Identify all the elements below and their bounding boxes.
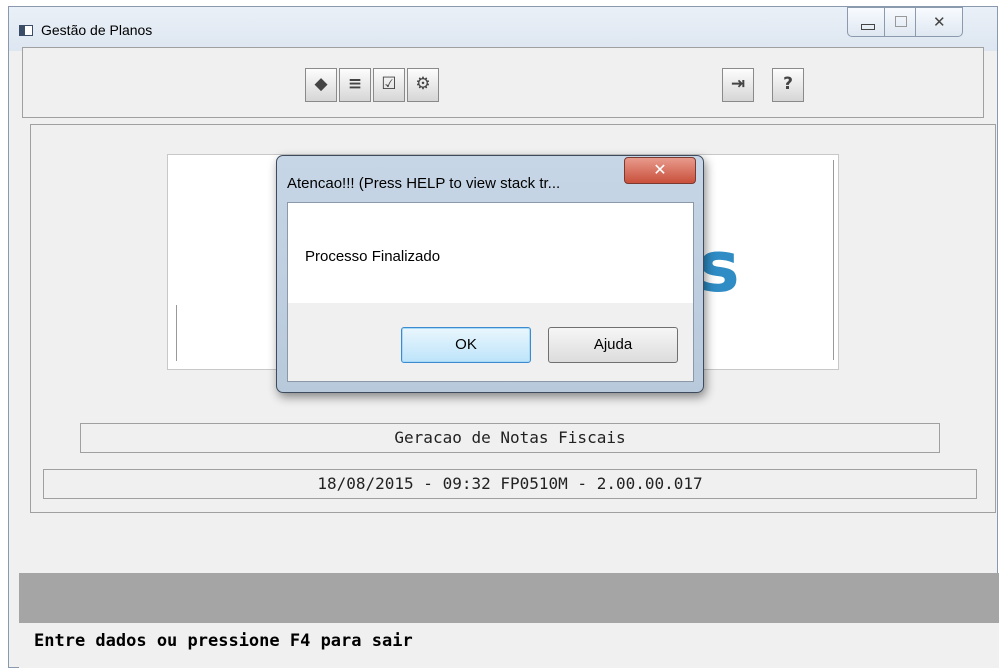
program-title: Geracao de Notas Fiscais — [80, 423, 940, 453]
ok-button[interactable]: OK — [401, 327, 531, 363]
alert-dialog: Atencao!!! (Press HELP to view stack tr.… — [276, 155, 704, 393]
toolbar: ◆ ≡ ☑ ⚙ ⇥ ? — [22, 47, 984, 118]
close-icon: ✕ — [933, 13, 946, 31]
divider-bar — [19, 573, 999, 623]
grid-settings-icon: ⚙ — [415, 74, 431, 94]
help-dialog-button[interactable]: Ajuda — [548, 327, 678, 363]
dialog-title: Atencao!!! (Press HELP to view stack tr.… — [287, 175, 561, 192]
maximize-button[interactable] — [884, 7, 916, 37]
close-icon: ✕ — [653, 160, 667, 179]
list-icon: ≡ — [347, 74, 363, 94]
title-bar[interactable]: Gestão de Planos ✕ — [9, 7, 997, 51]
status-message: Entre dados ou pressione F4 para sair — [34, 631, 413, 651]
exit-button[interactable]: ⇥ — [722, 68, 754, 102]
version-line: 18/08/2015 - 09:32 FP0510M - 2.00.00.017 — [43, 469, 977, 499]
window-title: Gestão de Planos — [41, 22, 153, 38]
exit-icon: ⇥ — [730, 74, 746, 94]
status-bar: Entre dados ou pressione F4 para sair — [19, 623, 999, 668]
dialog-message: Processo Finalizado — [305, 248, 441, 265]
help-icon: ? — [783, 74, 793, 94]
dialog-close-button[interactable]: ✕ — [624, 157, 696, 184]
splash-logo-fragment: s — [698, 226, 740, 308]
tag-button[interactable]: ◆ — [305, 68, 337, 102]
close-button[interactable]: ✕ — [915, 7, 963, 37]
splash-divider — [833, 160, 834, 360]
grid-settings-button[interactable]: ⚙ — [407, 68, 439, 102]
checklist-button[interactable]: ☑ — [373, 68, 405, 102]
minimize-button[interactable] — [847, 7, 885, 37]
dialog-body: Processo Finalizado OK Ajuda — [287, 202, 694, 382]
splash-divider — [176, 305, 177, 361]
list-button[interactable]: ≡ — [339, 68, 371, 102]
checklist-icon: ☑ — [381, 74, 397, 94]
tag-icon: ◆ — [314, 74, 328, 94]
help-button[interactable]: ? — [772, 68, 804, 102]
app-icon — [19, 25, 33, 36]
